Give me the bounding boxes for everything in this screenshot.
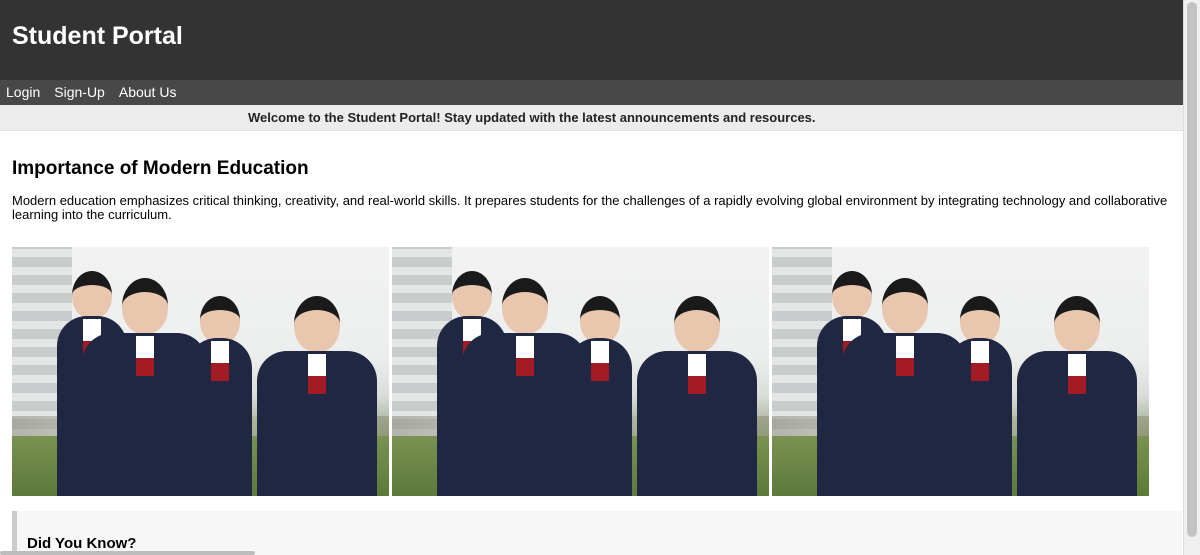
site-title: Student Portal [12, 21, 183, 50]
site-header: Student Portal [0, 0, 1183, 80]
gallery-image-1 [12, 247, 389, 496]
nav-login-link[interactable]: Login [6, 80, 40, 105]
vertical-scrollbar[interactable] [1183, 0, 1200, 555]
gallery-image-2 [392, 247, 769, 496]
welcome-banner: Welcome to the Student Portal! Stay upda… [0, 105, 1183, 131]
page: Student Portal Login Sign-Up About Us We… [0, 0, 1183, 555]
student-figure [1017, 296, 1137, 496]
scrollbar-thumb[interactable] [1187, 2, 1197, 537]
section-heading: Importance of Modern Education [12, 158, 309, 179]
image-gallery [12, 247, 1171, 496]
section-paragraph: Modern education emphasizes critical thi… [12, 193, 1168, 222]
gallery-image-3 [772, 247, 1149, 496]
horizontal-scrollbar[interactable] [0, 551, 255, 555]
main-content: Importance of Modern Education Modern ed… [0, 158, 1183, 555]
nav-about-link[interactable]: About Us [119, 80, 177, 105]
did-you-know-box: Did You Know? [12, 511, 1182, 555]
student-figure [637, 296, 757, 496]
student-figure [462, 278, 587, 496]
main-nav: Login Sign-Up About Us [0, 80, 1183, 105]
student-figure [82, 278, 207, 496]
did-you-know-heading: Did You Know? [27, 535, 137, 552]
student-figure [842, 278, 967, 496]
nav-signup-link[interactable]: Sign-Up [54, 80, 105, 105]
student-figure [257, 296, 377, 496]
